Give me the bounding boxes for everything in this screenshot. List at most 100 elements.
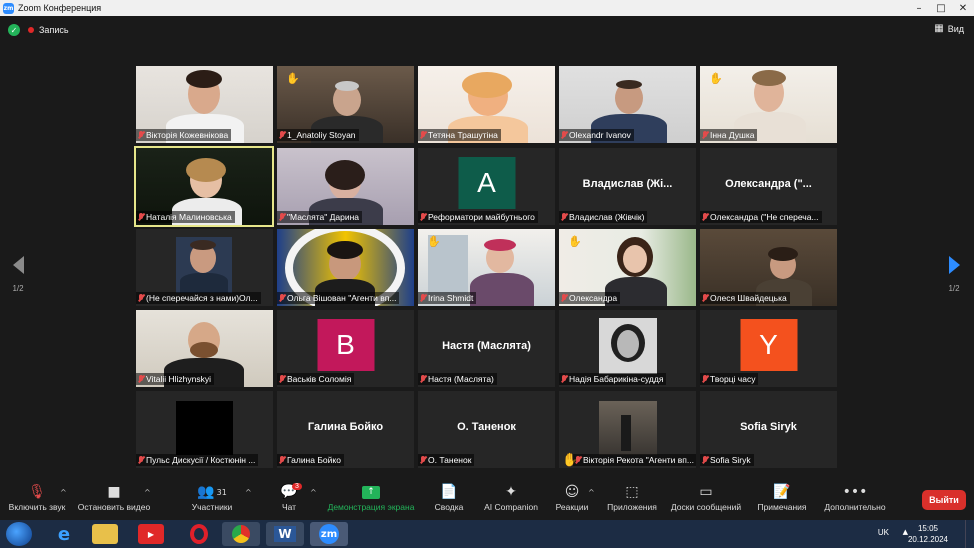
previous-page-button[interactable]: 1/2 — [8, 256, 28, 304]
security-shield-icon[interactable]: ✓ — [8, 24, 20, 36]
chevron-right-icon — [948, 256, 960, 274]
mic-muted-icon — [420, 456, 426, 464]
close-icon[interactable]: ✕ — [952, 0, 974, 16]
whiteboards-button[interactable]: ▭ Доски сообщений — [669, 482, 743, 512]
mic-muted-icon: 🎙 — [28, 484, 46, 500]
participant-tile[interactable]: A Реформатори майбутнього — [418, 148, 555, 225]
mic-muted-icon — [702, 294, 708, 302]
participant-tile[interactable]: О. Таненок О. Таненок — [418, 391, 555, 468]
more-label: Дополнительно — [824, 502, 886, 512]
participant-tile[interactable]: ✋ 1_Anatoliy Stoyan — [277, 66, 414, 143]
participant-tile[interactable]: Пульс Дискусії / Костюнін ... — [136, 391, 273, 468]
participant-tile[interactable]: Надія Бабарикіна-суддя — [559, 310, 696, 387]
stop-video-button[interactable]: ■ Остановить видео — [77, 482, 151, 512]
unmute-button[interactable]: 🎙 Включить звук — [6, 482, 68, 512]
meeting-topbar: ✓ Запись ▦ Вид — [0, 16, 974, 44]
clock[interactable]: 15:05 20.12.2024 — [908, 523, 948, 545]
ai-companion-button[interactable]: ✦ AI Companion — [481, 482, 541, 512]
apps-button[interactable]: ⬚ Приложения — [605, 482, 659, 512]
participant-tile[interactable]: Ольга Вішован "Агенти вп... — [277, 229, 414, 306]
mic-muted-icon — [138, 213, 144, 221]
show-desktop-button[interactable] — [965, 520, 974, 548]
mic-muted-icon — [561, 375, 567, 383]
start-button[interactable] — [6, 522, 32, 546]
notes-button[interactable]: 📝 Примечания — [756, 482, 808, 512]
participant-tile[interactable]: Olexandr Ivanov — [559, 66, 696, 143]
chrome-icon[interactable] — [222, 522, 260, 546]
mic-muted-icon — [279, 456, 285, 464]
mic-muted-icon — [702, 375, 708, 383]
participants-button[interactable]: 👥 31 Участники — [188, 482, 236, 512]
raised-hand-icon: ✋ — [709, 72, 723, 85]
participant-tile[interactable]: ✋ Вікторія Рекота "Агенти вп... — [559, 391, 696, 468]
zoom-taskbar-icon[interactable]: zm — [310, 522, 348, 546]
chat-label: Чат — [281, 502, 297, 512]
participant-tile[interactable]: (Не сперечайся з нами)Ол... — [136, 229, 273, 306]
chevron-left-icon — [12, 256, 24, 274]
recording-indicator[interactable]: Запись — [28, 23, 69, 37]
window-title: Zoom Конференция — [18, 3, 102, 13]
participant-tile[interactable]: Галина Бойко Галина Бойко — [277, 391, 414, 468]
participant-tile[interactable]: Y Творці часу — [700, 310, 837, 387]
participant-name: Наталія Малиновська — [136, 211, 235, 223]
opera-icon[interactable] — [183, 522, 215, 546]
participant-tile[interactable]: Vitalii Hlizhynskyi — [136, 310, 273, 387]
maximize-icon[interactable]: □ — [930, 0, 952, 16]
raised-hand-icon: ✋ — [568, 235, 582, 248]
participant-name: Реформатори майбутнього — [418, 211, 538, 223]
whiteboard-icon: ▭ — [699, 484, 713, 500]
clock-date: 20.12.2024 — [907, 535, 948, 544]
chat-options-chevron-icon[interactable]: ^ — [310, 488, 317, 497]
participants-count: 31 — [216, 487, 227, 497]
participant-tile[interactable]: "Маслята" Дарина — [277, 148, 414, 225]
more-button[interactable]: ••• Дополнительно — [822, 482, 888, 512]
apps-label: Приложения — [607, 502, 657, 512]
word-icon[interactable]: W — [266, 522, 304, 546]
participant-name: Олеся Швайдецька — [700, 292, 790, 304]
next-page-button[interactable]: 1/2 — [944, 256, 964, 304]
file-explorer-icon[interactable] — [92, 524, 118, 544]
video-options-chevron-icon[interactable]: ^ — [144, 488, 151, 497]
participant-display-name: Владислав (Жі... — [582, 178, 673, 190]
internet-explorer-icon[interactable]: e — [48, 522, 80, 546]
participant-name: Творці часу — [700, 373, 759, 385]
participant-tile[interactable]: Вікторія Кожевнікова — [136, 66, 273, 143]
page-indicator-left: 1/2 — [12, 284, 24, 293]
windows-taskbar: e ▶ W zm UK ▲ 15:05 20.12.2024 — [0, 520, 974, 548]
minimize-icon[interactable]: – — [908, 0, 930, 16]
more-dots-icon: ••• — [842, 484, 868, 500]
mic-muted-icon — [575, 456, 581, 464]
reactions-options-chevron-icon[interactable]: ^ — [588, 488, 595, 497]
participants-options-chevron-icon[interactable]: ^ — [245, 488, 252, 497]
participant-tile[interactable]: B Васьків Соломія — [277, 310, 414, 387]
participant-name: Тетяна Трашутіна — [418, 129, 501, 141]
mic-muted-icon — [279, 213, 285, 221]
leave-meeting-button[interactable]: Выйти — [922, 490, 966, 510]
participant-name: Olexandr Ivanov — [559, 129, 634, 141]
participant-tile-active-speaker[interactable]: Наталія Малиновська — [134, 146, 274, 227]
participant-tile[interactable]: Олеся Швайдецька — [700, 229, 837, 306]
keyboard-language[interactable]: UK — [878, 528, 889, 537]
share-screen-button[interactable]: ↑ Демонстрация экрана — [325, 482, 417, 512]
participant-tile[interactable]: Настя (Маслята) Настя (Маслята) — [418, 310, 555, 387]
reactions-button[interactable]: ☺ Реакции — [553, 482, 591, 512]
chat-button[interactable]: 💬 3 Чат — [278, 482, 302, 512]
audio-options-chevron-icon[interactable]: ^ — [60, 488, 67, 497]
participant-tile[interactable]: Sofia Siryk Sofia Siryk — [700, 391, 837, 468]
meeting-toolbar: 🎙 Включить звук ^ ■ Остановить видео ^ 👥… — [0, 476, 974, 520]
sparkle-icon: ✦ — [505, 484, 517, 500]
participant-tile[interactable]: ✋ Інна Душка — [700, 66, 837, 143]
summary-button[interactable]: 📄 Сводка — [432, 482, 466, 512]
participant-tile[interactable]: Олександра ("... Олександра ("Не спереча… — [700, 148, 837, 225]
media-app-icon[interactable]: ▶ — [138, 524, 164, 544]
participant-tile[interactable]: ✋ Олександра — [559, 229, 696, 306]
mic-muted-icon — [279, 131, 285, 139]
participant-tile[interactable]: ✋ Irina Shmidt — [418, 229, 555, 306]
participant-tile[interactable]: Тетяна Трашутіна — [418, 66, 555, 143]
view-button[interactable]: ▦ Вид — [934, 23, 964, 34]
notes-label: Примечания — [757, 502, 807, 512]
avatar: B — [317, 319, 374, 372]
zoom-logo-icon: zm — [3, 2, 14, 14]
participant-name: Надія Бабарикіна-суддя — [559, 373, 667, 385]
participant-tile[interactable]: Владислав (Жі... Владислав (Жівчік) — [559, 148, 696, 225]
